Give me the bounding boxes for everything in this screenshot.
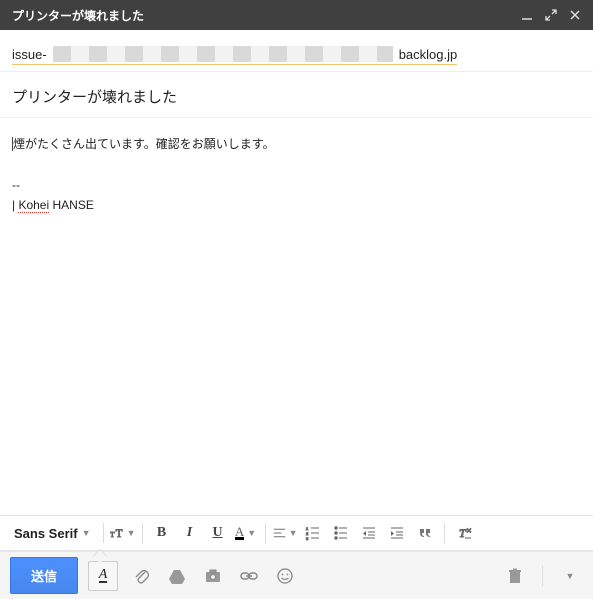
recipients-row[interactable]: issue- backlog.jp — [0, 36, 593, 72]
sig-name2: HANSE — [53, 198, 94, 212]
message-body[interactable]: 煙がたくさん出ています。確認をお願いします。 -- | Kohei HANSE — [0, 118, 593, 515]
link-icon[interactable] — [236, 563, 262, 589]
indent-less-button[interactable] — [356, 520, 382, 546]
italic-button[interactable]: I — [177, 520, 203, 546]
send-button[interactable]: 送信 — [10, 557, 78, 594]
align-button[interactable]: ▼ — [272, 520, 298, 546]
compose-title: プリンターが壊れました — [12, 7, 144, 24]
caret-down-icon: ▼ — [289, 528, 298, 538]
formatting-toggle-button[interactable]: A — [88, 561, 118, 591]
drive-icon[interactable] — [164, 563, 190, 589]
body-line: 煙がたくさん出ています。確認をお願いします。 — [13, 137, 275, 151]
attach-icon[interactable] — [128, 563, 154, 589]
subject-input[interactable]: プリンターが壊れました — [0, 72, 593, 118]
compose-bottom-bar: 送信 A ▼ — [0, 551, 593, 599]
underline-button[interactable]: U — [205, 520, 231, 546]
bold-button[interactable]: B — [149, 520, 175, 546]
svg-text:3: 3 — [306, 536, 309, 541]
indent-more-button[interactable] — [384, 520, 410, 546]
recipient-redacted — [53, 46, 393, 62]
caret-down-icon: ▼ — [127, 528, 136, 538]
quote-button[interactable] — [412, 520, 438, 546]
font-family-label: Sans Serif — [14, 526, 78, 541]
svg-text:✕: ✕ — [466, 528, 472, 535]
discard-icon[interactable] — [502, 563, 528, 589]
sig-sep: -- — [12, 175, 581, 195]
ordered-list-button[interactable]: 123 — [300, 520, 326, 546]
minimize-icon[interactable] — [515, 3, 539, 27]
svg-text:T: T — [110, 530, 115, 539]
more-options-button[interactable]: ▼ — [557, 563, 583, 589]
format-toolbar: Sans Serif ▼ TT ▼ B I U A ▼ ▼ 123 — [0, 515, 593, 551]
font-size-button[interactable]: TT ▼ — [110, 520, 136, 546]
unordered-list-button[interactable] — [328, 520, 354, 546]
sig-name1: Kohei — [18, 198, 49, 213]
recipient-suffix: backlog.jp — [399, 47, 458, 62]
expand-icon[interactable] — [539, 3, 563, 27]
font-family-select[interactable]: Sans Serif ▼ — [8, 522, 97, 545]
recipient-prefix: issue- — [12, 47, 47, 62]
caret-down-icon: ▼ — [247, 528, 256, 538]
photo-icon[interactable] — [200, 563, 226, 589]
send-label: 送信 — [31, 569, 57, 584]
recipient-chip[interactable]: issue- backlog.jp — [12, 46, 457, 65]
text-color-button[interactable]: A ▼ — [233, 520, 259, 546]
caret-down-icon: ▼ — [566, 571, 575, 581]
svg-text:T: T — [115, 528, 122, 540]
subject-text: プリンターが壊れました — [12, 89, 177, 106]
close-icon[interactable] — [563, 3, 587, 27]
compose-titlebar: プリンターが壊れました — [0, 0, 593, 30]
signature: -- | Kohei HANSE — [12, 175, 581, 216]
caret-down-icon: ▼ — [82, 528, 91, 538]
emoji-icon[interactable] — [272, 563, 298, 589]
remove-format-button[interactable]: T✕ — [451, 520, 477, 546]
